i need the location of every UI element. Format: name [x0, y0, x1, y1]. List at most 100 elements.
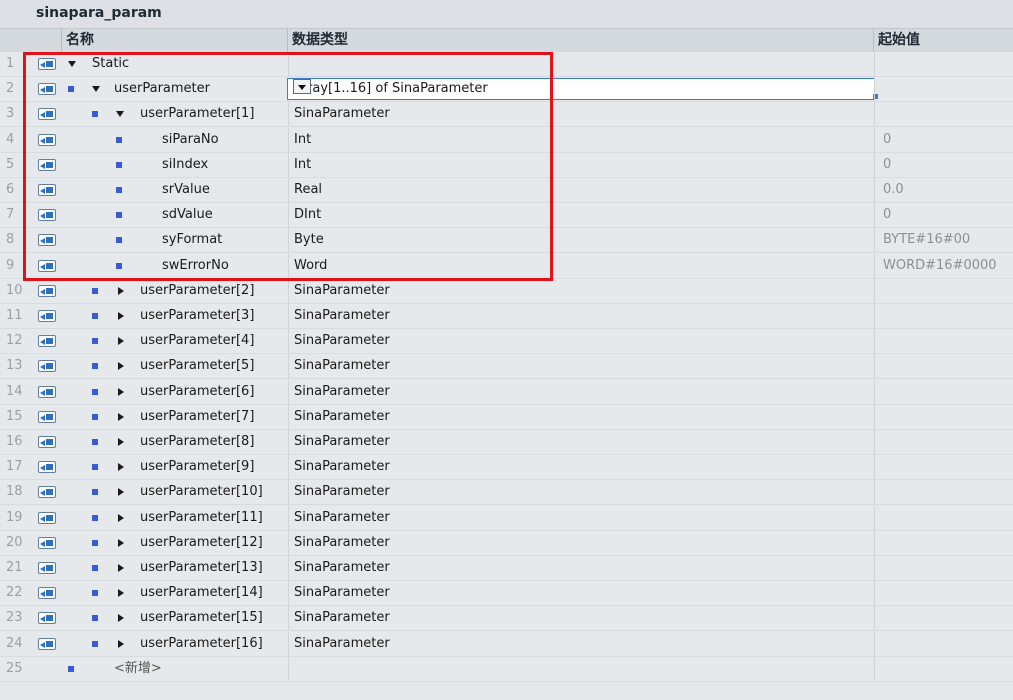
column-header-name[interactable]: 名称 — [62, 29, 288, 52]
table-row[interactable]: 24 userParameter[16] SinaParameter — [0, 631, 1013, 657]
expand-arrow-icon[interactable] — [118, 412, 124, 421]
start-value-cell[interactable] — [874, 52, 1013, 76]
table-row[interactable]: 22 userParameter[14] SinaParameter — [0, 581, 1013, 607]
row-number[interactable]: 8 — [0, 228, 34, 252]
data-type-cell[interactable]: SinaParameter — [288, 354, 873, 379]
variable-name[interactable]: userParameter[16] — [140, 632, 263, 656]
column-header-start-value[interactable]: 起始值 — [874, 29, 1013, 52]
variable-name[interactable]: userParameter[14] — [140, 581, 263, 605]
start-value-cell[interactable]: 0 — [874, 152, 1013, 177]
data-type-cell[interactable]: Byte — [288, 228, 873, 253]
row-number[interactable]: 25 — [0, 657, 34, 681]
variable-name[interactable]: userParameter[3] — [140, 304, 254, 328]
table-row[interactable]: 13 userParameter[5] SinaParameter — [0, 354, 1013, 380]
start-value-cell[interactable] — [874, 278, 1013, 303]
start-value-cell[interactable] — [874, 631, 1013, 656]
table-row[interactable]: 5 siIndex Int 0 — [0, 152, 1013, 178]
table-row[interactable]: 1 Static — [0, 52, 1013, 77]
start-value-cell[interactable] — [874, 77, 1013, 102]
variable-name[interactable]: siParaNo — [162, 128, 219, 152]
variable-name[interactable]: userParameter[12] — [140, 531, 263, 555]
variable-name[interactable]: Static — [92, 52, 129, 76]
collapse-arrow-icon[interactable] — [68, 61, 76, 67]
row-number[interactable]: 11 — [0, 304, 34, 328]
data-type-cell[interactable]: Real — [288, 178, 873, 202]
row-number[interactable]: 1 — [0, 52, 34, 76]
expand-arrow-icon[interactable] — [118, 438, 124, 446]
data-type-cell[interactable] — [288, 656, 873, 681]
data-type-editor-value[interactable]: Array[1..16] of SinaParameter — [293, 79, 488, 99]
table-row[interactable]: 25 <新增> — [0, 656, 1013, 682]
table-row[interactable]: 17 userParameter[9] SinaParameter — [0, 455, 1013, 481]
row-number[interactable]: 5 — [0, 153, 34, 177]
row-number[interactable]: 20 — [0, 531, 34, 555]
variable-name[interactable]: userParameter[13] — [140, 556, 263, 580]
row-number[interactable]: 23 — [0, 606, 34, 630]
add-new-entry[interactable]: <新增> — [114, 657, 162, 681]
table-row[interactable]: 2 userParameter Array[1..16] of SinaParame… — [0, 77, 1013, 103]
start-value-cell[interactable] — [874, 530, 1013, 555]
variable-name[interactable]: sdValue — [162, 203, 213, 227]
start-value-cell[interactable]: WORD#16#0000 — [874, 253, 1013, 278]
start-value-cell[interactable] — [874, 505, 1013, 530]
data-type-cell[interactable]: SinaParameter — [288, 455, 873, 480]
variable-name[interactable]: srValue — [162, 178, 210, 202]
start-value-cell[interactable] — [874, 354, 1013, 379]
data-type-cell[interactable]: SinaParameter — [288, 430, 873, 454]
start-value-cell[interactable] — [874, 455, 1013, 480]
table-row[interactable]: 10 userParameter[2] SinaParameter — [0, 278, 1013, 304]
row-number[interactable]: 12 — [0, 329, 34, 353]
data-type-cell[interactable]: SinaParameter — [288, 556, 873, 580]
expand-arrow-icon[interactable] — [118, 564, 124, 572]
table-row[interactable]: 8 syFormat Byte BYTE#16#00 — [0, 228, 1013, 254]
variable-name[interactable]: userParameter[8] — [140, 430, 254, 454]
start-value-cell[interactable] — [874, 404, 1013, 429]
data-type-cell[interactable]: SinaParameter — [288, 304, 873, 328]
start-value-cell[interactable] — [874, 430, 1013, 454]
start-value-cell[interactable] — [874, 606, 1013, 631]
row-number[interactable]: 14 — [0, 380, 34, 404]
data-type-cell[interactable]: Int — [288, 127, 873, 152]
variable-name[interactable]: swErrorNo — [162, 254, 229, 278]
expand-arrow-icon[interactable] — [118, 614, 124, 623]
data-type-cell[interactable] — [288, 52, 873, 76]
row-number[interactable]: 9 — [0, 254, 34, 278]
table-row[interactable]: 23 userParameter[15] SinaParameter — [0, 606, 1013, 632]
table-row[interactable]: 21 userParameter[13] SinaParameter — [0, 556, 1013, 581]
start-value-cell[interactable] — [874, 556, 1013, 580]
expand-arrow-icon[interactable] — [118, 337, 124, 346]
table-row[interactable]: 11 userParameter[3] SinaParameter — [0, 304, 1013, 329]
collapse-arrow-icon[interactable] — [92, 86, 100, 93]
table-row[interactable]: 16 userParameter[8] SinaParameter — [0, 430, 1013, 455]
data-type-cell[interactable]: SinaParameter — [288, 102, 873, 127]
row-number[interactable]: 4 — [0, 128, 34, 152]
start-value-cell[interactable] — [874, 102, 1013, 127]
expand-arrow-icon[interactable] — [118, 538, 124, 547]
row-number[interactable]: 21 — [0, 556, 34, 580]
collapse-arrow-icon[interactable] — [116, 111, 124, 118]
dropdown-arrow-icon[interactable] — [293, 79, 311, 95]
expand-arrow-icon[interactable] — [118, 463, 124, 472]
variable-name[interactable]: userParameter[10] — [140, 480, 263, 504]
row-number[interactable]: 13 — [0, 354, 34, 378]
row-number[interactable]: 7 — [0, 203, 34, 227]
data-type-cell[interactable]: SinaParameter — [288, 505, 873, 530]
start-value-cell[interactable] — [874, 480, 1013, 505]
variable-name[interactable]: siIndex — [162, 153, 208, 177]
table-row[interactable]: 19 userParameter[11] SinaParameter — [0, 505, 1013, 531]
expand-arrow-icon[interactable] — [118, 362, 124, 371]
row-number[interactable]: 10 — [0, 279, 34, 303]
data-type-cell[interactable]: SinaParameter — [288, 581, 873, 606]
table-row[interactable]: 20 userParameter[12] SinaParameter — [0, 530, 1013, 556]
data-type-cell[interactable]: SinaParameter — [288, 530, 873, 555]
expand-arrow-icon[interactable] — [118, 488, 124, 497]
expand-arrow-icon[interactable] — [118, 286, 124, 295]
table-row[interactable]: 6 srValue Real 0.0 — [0, 178, 1013, 203]
row-number[interactable]: 24 — [0, 632, 34, 656]
variable-name[interactable]: syFormat — [162, 228, 222, 252]
variable-name[interactable]: userParameter[7] — [140, 405, 254, 429]
table-row[interactable]: 4 siParaNo Int 0 — [0, 127, 1013, 153]
data-type-cell[interactable]: Word — [288, 253, 873, 278]
variable-name[interactable]: userParameter — [114, 77, 210, 101]
row-number[interactable]: 15 — [0, 405, 34, 429]
